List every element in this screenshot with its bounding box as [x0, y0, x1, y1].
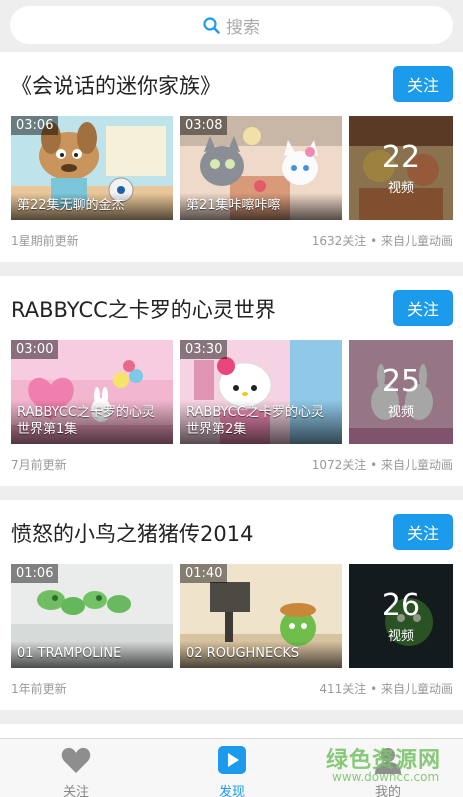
video-thumbnail[interactable]: 03:06 第22集无聊的金杰 [11, 116, 173, 220]
more-videos-overlay: 25 视频 [349, 340, 453, 444]
follow-button[interactable]: 关注 [393, 290, 453, 326]
heart-icon [61, 747, 91, 773]
updated-time: 7月前更新 [11, 458, 67, 472]
more-videos-count: 25 [381, 363, 421, 399]
channel-stats: 1632关注 • 来自儿童动画 [311, 234, 453, 248]
video-duration: 03:08 [180, 116, 228, 135]
video-caption: 02 ROUGHNECKS [180, 641, 342, 668]
video-caption: RABBYCC之卡罗的心灵世界第2集 [180, 400, 342, 444]
video-caption: 01 TRAMPOLINE [11, 641, 173, 668]
channel-title[interactable]: RABBYCC之卡罗的心灵世界 [11, 294, 276, 324]
nav-label: 关注 [62, 785, 89, 797]
video-thumbnails: 03:00 RABBYCC之卡罗的心灵世界第1集 03:30 RABBYCC之卡… [11, 340, 453, 444]
more-videos-tile[interactable]: 22 视频 [349, 116, 453, 220]
video-caption: 第21集咔嚓咔嚓 [180, 193, 342, 220]
follow-button[interactable]: 关注 [393, 66, 453, 102]
search-icon [203, 16, 220, 34]
video-caption: RABBYCC之卡罗的心灵世界第1集 [11, 400, 173, 444]
channel-stats: 411关注 • 来自儿童动画 [319, 682, 453, 696]
video-duration: 03:06 [11, 116, 59, 135]
more-videos-tile[interactable]: 26 视频 [349, 564, 453, 668]
updated-time: 1星期前更新 [11, 234, 79, 248]
channel-card: RABBYCC之卡罗的心灵世界 关注 03:00 RABBYCC之卡罗的心灵世界… [0, 276, 463, 486]
more-videos-count: 26 [381, 587, 421, 623]
updated-time: 1年前更新 [11, 682, 67, 696]
channel-title[interactable]: 愤怒的小鸟之猪猪传2014 [11, 518, 253, 548]
video-caption: 第22集无聊的金杰 [11, 193, 173, 220]
video-thumbnail[interactable]: 01:06 01 TRAMPOLINE [11, 564, 173, 668]
channel-stats: 1072关注 • 来自儿童动画 [311, 458, 453, 472]
top-bar: 搜索 [0, 0, 463, 52]
nav-item-discover[interactable]: 发现 [192, 745, 272, 797]
video-thumbnails: 01:06 01 TRAMPOLINE 01:40 02 ROUGHNECKS [11, 564, 453, 668]
channel-card: 《会说话的迷你家族》 关注 03:06 第22集无聊的金杰 03:08 第21集… [0, 52, 463, 262]
search-input[interactable]: 搜索 [10, 6, 453, 44]
more-videos-count: 22 [381, 139, 421, 175]
more-videos-label: 视频 [387, 404, 414, 420]
video-thumbnail[interactable]: 03:00 RABBYCC之卡罗的心灵世界第1集 [11, 340, 173, 444]
video-thumbnail[interactable]: 01:40 02 ROUGHNECKS [180, 564, 342, 668]
video-duration: 03:00 [11, 340, 59, 359]
more-videos-overlay: 26 视频 [349, 564, 453, 668]
channel-card: 愤怒的小鸟之猪猪传2014 关注 01:06 01 TRAMPOLINE 01:… [0, 500, 463, 710]
video-thumbnail[interactable]: 03:30 RABBYCC之卡罗的心灵世界第2集 [180, 340, 342, 444]
more-videos-overlay: 22 视频 [349, 116, 453, 220]
more-videos-label: 视频 [387, 628, 414, 644]
video-duration: 01:06 [11, 564, 59, 583]
search-placeholder: 搜索 [226, 17, 260, 38]
more-videos-label: 视频 [387, 180, 414, 196]
video-duration: 01:40 [180, 564, 228, 583]
follow-button[interactable]: 关注 [393, 514, 453, 550]
nav-label: 发现 [218, 785, 245, 797]
watermark-url: www.downcc.com [332, 770, 440, 784]
video-thumbnails: 03:06 第22集无聊的金杰 03:08 第21集咔嚓咔嚓 22 视频 [11, 116, 453, 220]
nav-item-follow[interactable]: 关注 [36, 745, 116, 797]
more-videos-tile[interactable]: 25 视频 [349, 340, 453, 444]
video-duration: 03:30 [180, 340, 228, 359]
channel-card-partial [0, 724, 463, 738]
channel-title[interactable]: 《会说话的迷你家族》 [11, 70, 221, 100]
play-icon [218, 746, 246, 774]
video-thumbnail[interactable]: 03:08 第21集咔嚓咔嚓 [180, 116, 342, 220]
